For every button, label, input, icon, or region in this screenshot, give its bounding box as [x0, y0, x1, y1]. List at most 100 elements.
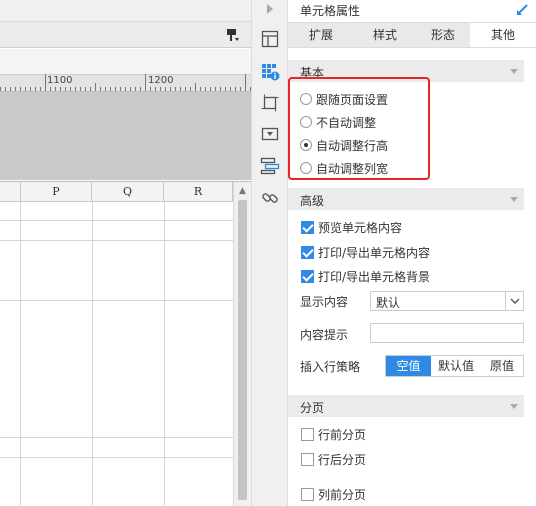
radio-button[interactable]: [300, 93, 312, 105]
ruler-tick: [0, 87, 1, 91]
grid-line: [164, 202, 165, 506]
hyperlink-attr-button[interactable]: [252, 183, 288, 213]
layout-attr-button[interactable]: [252, 24, 288, 54]
spreadsheet-grid[interactable]: P Q R ▲: [0, 181, 251, 506]
cell-info-icon: [262, 64, 280, 81]
radio-auto-col-width[interactable]: 自动调整列宽: [300, 158, 388, 178]
check-preview-content[interactable]: 预览单元格内容: [301, 217, 402, 237]
tab-other[interactable]: 其他: [470, 23, 536, 47]
radio-button-selected[interactable]: [300, 139, 312, 151]
ruler-tick: [185, 87, 186, 91]
chevron-down-icon[interactable]: [505, 292, 523, 310]
radio-follow-page[interactable]: 跟随页面设置: [300, 89, 388, 109]
section-pagination-header[interactable]: 分页: [288, 395, 524, 417]
pin-icon[interactable]: [516, 2, 530, 16]
ruler-mark: 1100: [47, 75, 73, 86]
vertical-scrollbar[interactable]: ▲: [233, 182, 251, 506]
editor-top-bar: [0, 0, 251, 21]
insert-option-default[interactable]: 默认值: [431, 356, 481, 376]
column-header-r[interactable]: R: [164, 182, 233, 202]
display-content-select[interactable]: 默认: [370, 291, 524, 311]
ruler-tick: [75, 87, 76, 91]
scrollbar-thumb[interactable]: [238, 200, 247, 500]
ruler-tick: [140, 87, 141, 91]
radio-no-auto-adjust[interactable]: 不自动调整: [300, 112, 376, 132]
radio-label: 自动调整列宽: [316, 161, 389, 176]
ruler-tick: [120, 87, 121, 91]
panel-title: 单元格属性: [300, 4, 361, 18]
ruler-tick: [60, 87, 61, 91]
ruler-tick: [240, 87, 241, 91]
report-editor: 1100 1200 P Q R ▲: [0, 0, 251, 506]
content-tip-input[interactable]: [370, 323, 524, 343]
ruler-tick: [20, 87, 21, 91]
insert-option-empty[interactable]: 空值: [386, 356, 431, 376]
layout-icon: [261, 30, 279, 48]
check-print-content[interactable]: 打印/导出单元格内容: [301, 242, 430, 262]
insert-option-original[interactable]: 原值: [481, 356, 523, 376]
ruler-tick: [40, 87, 41, 91]
ruler-tick: [10, 87, 11, 91]
ruler-tick: [245, 74, 246, 91]
widget-icon: [261, 127, 279, 141]
ruler-tick: [45, 74, 46, 91]
checkbox[interactable]: [301, 487, 314, 501]
check-page-after-row[interactable]: 行后分页: [301, 449, 366, 469]
ruler-tick: [220, 87, 221, 91]
property-icon-strip: [251, 0, 288, 506]
tab-expand[interactable]: 扩展: [288, 23, 354, 47]
collapse-panel-button[interactable]: [252, 0, 288, 18]
checkbox[interactable]: [301, 245, 314, 259]
grid-line: [0, 300, 233, 301]
checkbox[interactable]: [301, 269, 314, 283]
ruler-tick: [50, 87, 51, 91]
section-basic-header[interactable]: 基本: [288, 60, 524, 82]
checkbox-label: 打印/导出单元格内容: [318, 245, 431, 260]
collapse-caret-icon: [510, 404, 518, 409]
condition-attr-button[interactable]: [252, 151, 288, 181]
radio-label: 不自动调整: [316, 115, 377, 130]
ruler-tick: [100, 87, 101, 91]
editor-canvas-top: [0, 49, 251, 74]
widget-attr-button[interactable]: [252, 119, 288, 149]
column-header-p[interactable]: P: [21, 182, 92, 202]
ruler-tick: [235, 87, 236, 91]
grid-line: [0, 240, 233, 241]
insert-row-strategy-label: 插入行策略: [300, 360, 361, 374]
checkbox[interactable]: [301, 220, 314, 234]
canvas-area: [0, 92, 251, 180]
condition-icon: [260, 157, 280, 175]
checkbox[interactable]: [301, 452, 314, 466]
border-attr-button[interactable]: [252, 88, 288, 118]
ruler-mark: 1200: [148, 75, 174, 86]
section-advanced-header[interactable]: 高级: [288, 188, 524, 210]
checkbox[interactable]: [301, 427, 314, 441]
editor-toolbar: [0, 21, 251, 48]
radio-button[interactable]: [300, 116, 312, 128]
tab-style[interactable]: 样式: [354, 23, 416, 47]
check-page-before-col[interactable]: 列前分页: [301, 484, 366, 504]
radio-auto-row-height[interactable]: 自动调整行高: [300, 135, 388, 155]
scroll-up-icon[interactable]: ▲: [234, 184, 251, 198]
grid-line: [0, 437, 233, 438]
cell-attr-button[interactable]: [252, 57, 288, 87]
column-header[interactable]: [0, 182, 21, 202]
check-page-before-row[interactable]: 行前分页: [301, 424, 366, 444]
collapse-arrow-icon: [267, 4, 273, 14]
checkbox-label: 预览单元格内容: [318, 220, 403, 235]
ruler-tick: [135, 87, 136, 91]
format-brush-icon[interactable]: [226, 28, 240, 42]
section-basic-title: 基本: [300, 66, 325, 80]
radio-button[interactable]: [300, 162, 312, 174]
tab-form[interactable]: 形态: [416, 23, 470, 47]
ruler-tick: [105, 87, 106, 91]
column-header-q[interactable]: Q: [92, 182, 164, 202]
check-print-background[interactable]: 打印/导出单元格背景: [301, 266, 430, 286]
property-tabs: 扩展 样式 形态 其他: [288, 22, 536, 48]
ruler-tick: [215, 87, 216, 91]
checkbox-label: 行前分页: [318, 427, 367, 442]
hyperlink-icon: [262, 193, 278, 203]
ruler-tick: [190, 87, 191, 91]
section-advanced-title: 高级: [300, 194, 325, 208]
ruler-tick: [25, 87, 26, 91]
